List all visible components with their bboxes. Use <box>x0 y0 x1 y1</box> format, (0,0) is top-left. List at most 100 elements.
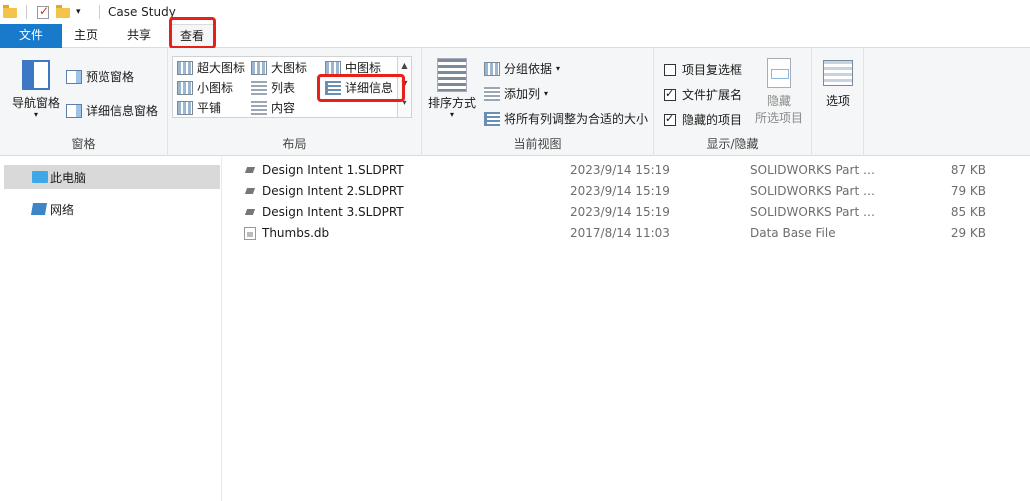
tiles-option[interactable]: 平铺 <box>177 99 221 116</box>
options-button[interactable]: 选项 <box>816 60 860 109</box>
file-name: Thumbs.db <box>262 226 330 240</box>
hidden-items-toggle[interactable]: 隐藏的项目 <box>664 111 742 128</box>
nav-pane-icon <box>22 60 50 90</box>
file-size: 87 KB <box>950 163 986 177</box>
file-extensions-toggle[interactable]: 文件扩展名 <box>664 86 742 103</box>
sldprt-icon <box>244 185 256 198</box>
details-pane-button[interactable]: 详细信息窗格 <box>66 102 158 119</box>
file-date: 2023/9/14 15:19 <box>570 163 670 177</box>
details-icon <box>325 80 341 95</box>
add-columns-button[interactable]: 添加列 ▾ <box>484 85 548 102</box>
medium-icons-label: 中图标 <box>345 61 382 75</box>
nav-item-label: 网络 <box>50 202 75 217</box>
group-options: 选项 <box>812 48 864 156</box>
file-row[interactable]: Design Intent 2.SLDPRT 2023/9/14 15:19 S… <box>222 181 1030 202</box>
group-label-panes: 窗格 <box>71 137 96 151</box>
quick-access-toolbar: ▾ <box>0 0 106 24</box>
file-date: 2023/9/14 15:19 <box>570 205 670 219</box>
large-icons-icon <box>251 60 267 75</box>
content-option[interactable]: 内容 <box>251 99 295 116</box>
preview-pane-button[interactable]: 预览窗格 <box>66 68 134 85</box>
small-icons-label: 小图标 <box>197 81 234 95</box>
list-option[interactable]: 列表 <box>251 79 295 96</box>
sort-by-label: 排序方式 <box>427 96 476 110</box>
group-by-label: 分组依据 <box>504 62 553 76</box>
content-icon <box>251 100 267 115</box>
add-columns-icon <box>484 86 500 101</box>
checkbox-checked-icon[interactable] <box>664 87 676 101</box>
options-icon <box>823 60 853 86</box>
group-show-hide: 项目复选框 文件扩展名 隐藏的项目 隐藏 所选项目 显示/隐藏 <box>654 48 812 156</box>
file-date: 2017/8/14 11:03 <box>570 226 670 240</box>
small-icons-icon <box>177 80 193 95</box>
item-checkboxes-toggle[interactable]: 项目复选框 <box>664 61 742 78</box>
chevron-up-icon[interactable]: ▲ <box>398 57 411 75</box>
ribbon-tabs: 文件 主页 共享 查看 <box>0 24 1030 49</box>
divider <box>26 5 27 19</box>
file-name: Design Intent 1.SLDPRT <box>262 163 404 177</box>
group-label-show-hide: 显示/隐藏 <box>706 137 759 151</box>
medium-icons-icon <box>325 60 341 75</box>
properties-icon[interactable] <box>36 4 50 19</box>
divider <box>99 5 100 19</box>
chevron-down-icon: ▾ <box>33 110 38 119</box>
file-row[interactable]: Design Intent 3.SLDPRT 2023/9/14 15:19 S… <box>222 202 1030 223</box>
hide-selected-label-1: 隐藏 <box>766 94 791 108</box>
preview-pane-icon <box>66 69 82 84</box>
small-icons-option[interactable]: 小图标 <box>177 79 233 96</box>
tab-view[interactable]: 查看 <box>170 24 214 49</box>
tab-file[interactable]: 文件 <box>0 24 62 48</box>
chevron-down-icon[interactable]: ▾ <box>76 5 90 19</box>
layout-gallery-scrollbar[interactable]: ▲ ▼ ▾ <box>397 57 411 117</box>
this-pc-icon <box>32 171 48 183</box>
nav-item-this-pc[interactable]: 此电脑 <box>4 165 220 189</box>
tab-share[interactable]: 共享 <box>112 24 166 48</box>
ribbon: 导航窗格 ▾ 预览窗格 详细信息窗格 窗格 布局 超大图标 大图标 中图标 小图… <box>0 48 1030 156</box>
tiles-icon <box>177 100 193 115</box>
navigation-pane: 此电脑 网络 <box>0 157 222 501</box>
preview-pane-label: 预览窗格 <box>86 70 135 84</box>
hide-selected-button[interactable]: 隐藏 所选项目 <box>752 58 806 126</box>
hidden-items-label: 隐藏的项目 <box>682 113 743 127</box>
chevron-down-icon[interactable]: ▼ <box>398 75 411 93</box>
extra-large-icons-option[interactable]: 超大图标 <box>177 59 245 76</box>
nav-item-label: 此电脑 <box>50 170 87 185</box>
window-title: Case Study <box>108 5 176 19</box>
file-size: 79 KB <box>950 184 986 198</box>
file-row[interactable]: Thumbs.db 2017/8/14 11:03 Data Base File… <box>222 223 1030 244</box>
nav-pane-label: 导航窗格 <box>11 96 60 110</box>
file-type: Data Base File <box>750 226 836 240</box>
details-option[interactable]: 详细信息 <box>325 79 393 96</box>
checkbox-checked-icon[interactable] <box>664 112 676 126</box>
layout-gallery: 超大图标 大图标 中图标 小图标 列表 详细信息 平铺 内容 ▲ ▼ ▾ <box>172 56 412 118</box>
group-panes: 导航窗格 ▾ 预览窗格 详细信息窗格 窗格 <box>0 48 168 156</box>
extra-large-icons-label: 超大图标 <box>197 61 246 75</box>
group-label-layout: 布局 <box>282 137 307 151</box>
medium-icons-option[interactable]: 中图标 <box>325 59 381 76</box>
title-bar: ▾ Case Study <box>0 0 1030 24</box>
file-name: Design Intent 3.SLDPRT <box>262 205 404 219</box>
nav-pane-button[interactable]: 导航窗格 ▾ <box>8 60 64 119</box>
checkbox-icon[interactable] <box>664 63 676 76</box>
size-columns-icon <box>484 111 500 126</box>
sort-by-button[interactable]: 排序方式 ▾ <box>426 58 478 119</box>
group-label-current-view: 当前视图 <box>513 137 562 151</box>
more-icon[interactable]: ▾ <box>398 93 411 113</box>
file-list: Design Intent 1.SLDPRT 2023/9/14 15:19 S… <box>222 157 1030 501</box>
hide-selected-icon <box>767 58 791 88</box>
tab-home[interactable]: 主页 <box>62 24 110 48</box>
content-label: 内容 <box>271 101 296 115</box>
file-type: SOLIDWORKS Part D... <box>750 184 882 198</box>
file-date: 2023/9/14 15:19 <box>570 184 670 198</box>
file-size: 85 KB <box>950 205 986 219</box>
new-folder-icon[interactable] <box>56 5 70 19</box>
size-all-columns-button[interactable]: 将所有列调整为合适的大小 <box>484 110 648 127</box>
file-row[interactable]: Design Intent 1.SLDPRT 2023/9/14 15:19 S… <box>222 160 1030 181</box>
group-by-button[interactable]: 分组依据 ▾ <box>484 60 560 77</box>
large-icons-option[interactable]: 大图标 <box>251 59 307 76</box>
file-type: SOLIDWORKS Part D... <box>750 205 882 219</box>
nav-item-network[interactable]: 网络 <box>4 197 220 221</box>
folder-icon[interactable] <box>3 5 17 19</box>
details-label: 详细信息 <box>345 81 394 95</box>
chevron-down-icon: ▾ <box>556 64 561 73</box>
